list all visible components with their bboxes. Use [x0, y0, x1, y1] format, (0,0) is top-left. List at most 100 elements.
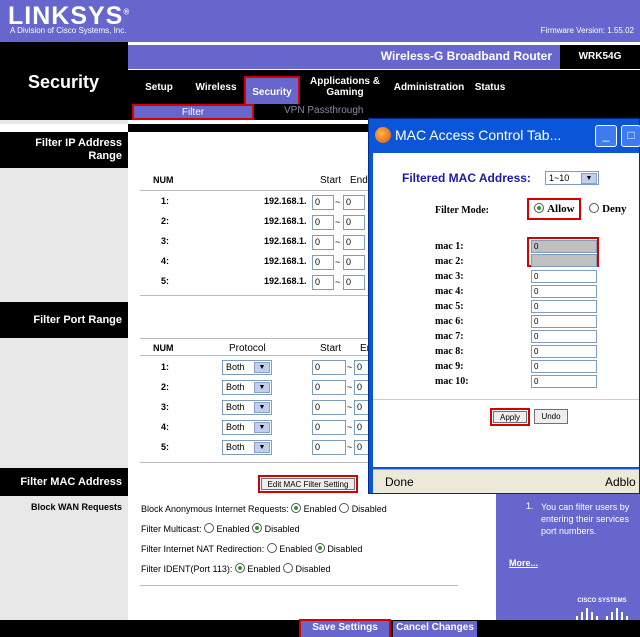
mac-input-4[interactable]: 0: [531, 285, 597, 298]
radio-enabled[interactable]: [266, 543, 277, 553]
row-number: 4:: [161, 256, 170, 266]
radio-enabled[interactable]: [204, 523, 215, 533]
mac-input-1[interactable]: 0: [531, 240, 597, 253]
mac-label-7: mac 7:: [435, 331, 464, 342]
block-wan-heading: Block WAN Requests: [30, 502, 122, 512]
divider: [140, 462, 370, 463]
radio-allow[interactable]: [534, 203, 544, 213]
radio-label: Disabled: [351, 504, 387, 514]
radio-label: Enabled: [216, 524, 250, 534]
ip-start-input[interactable]: 0: [312, 195, 334, 210]
row-number: 2:: [161, 382, 170, 392]
protocol-select[interactable]: Both ▼: [222, 360, 272, 375]
ip-end-input[interactable]: 0: [343, 235, 365, 250]
mac-input-9[interactable]: 0: [531, 360, 597, 373]
tab-applications-gaming[interactable]: Applications & Gaming: [308, 70, 382, 104]
tilde: ~: [347, 442, 353, 452]
deny-option[interactable]: Deny: [589, 203, 627, 215]
tab-setup[interactable]: Setup: [138, 70, 180, 104]
ip-end-input[interactable]: 0: [343, 195, 365, 210]
mac-input-7[interactable]: 0: [531, 330, 597, 343]
mac-filter-button-highlight: Edit MAC Filter Setting: [258, 475, 358, 493]
chevron-down-icon: ▼: [581, 173, 597, 184]
spacer: [0, 124, 128, 132]
tilde: ~: [335, 237, 341, 247]
mac-label-8: mac 8:: [435, 346, 464, 357]
tilde: ~: [347, 382, 353, 392]
mac-input-3[interactable]: 0: [531, 270, 597, 283]
ip-start-input[interactable]: 0: [312, 235, 334, 250]
protocol-value: Both: [226, 442, 245, 452]
protocol-select[interactable]: Both ▼: [222, 400, 272, 415]
port-start-input[interactable]: 0: [312, 440, 346, 455]
undo-button[interactable]: Undo: [534, 409, 568, 424]
tab-administration[interactable]: Administration: [390, 70, 468, 104]
radio-deny[interactable]: [589, 203, 599, 213]
tab-status[interactable]: Status: [472, 70, 508, 104]
protocol-value: Both: [226, 362, 245, 372]
mac-input-2[interactable]: [531, 254, 597, 267]
ip-start-header: Start: [320, 175, 342, 186]
ip-start-input[interactable]: 0: [312, 215, 334, 230]
radio-enabled[interactable]: [291, 503, 302, 513]
ip-end-input[interactable]: 0: [343, 255, 365, 270]
subtab-filter[interactable]: Filter: [132, 104, 254, 120]
port-start-input[interactable]: 0: [312, 380, 346, 395]
wan-label: Filter Multicast:: [141, 524, 202, 534]
save-settings-button[interactable]: Save Settings: [301, 621, 389, 637]
filter-mode-label: Filter Mode:: [435, 205, 489, 216]
protocol-select[interactable]: Both ▼: [222, 420, 272, 435]
apply-button[interactable]: Apply: [493, 411, 527, 423]
help-bullet: 1.: [526, 501, 534, 511]
ip-prefix: 192.168.1.: [264, 216, 307, 226]
radio-label: Disabled: [295, 564, 331, 574]
radio-enabled[interactable]: [234, 563, 245, 573]
apply-highlight: Apply: [490, 408, 530, 426]
ip-end-input[interactable]: 0: [343, 215, 365, 230]
mac-input-5[interactable]: 0: [531, 300, 597, 313]
port-start-input[interactable]: 0: [312, 360, 346, 375]
row-number: 5:: [161, 276, 170, 286]
mac-input-8[interactable]: 0: [531, 345, 597, 358]
port-start-input[interactable]: 0: [312, 400, 346, 415]
edit-mac-filter-button[interactable]: Edit MAC Filter Setting: [261, 478, 355, 490]
tilde: ~: [347, 422, 353, 432]
allow-option[interactable]: Allow: [534, 203, 575, 215]
row-number: 1:: [161, 362, 170, 372]
ip-end-input[interactable]: 0: [343, 275, 365, 290]
mac-label-4: mac 4:: [435, 286, 464, 297]
page-title: Security: [28, 72, 100, 92]
wan-label: Filter Internet NAT Redirection:: [141, 544, 265, 554]
radio-disabled[interactable]: [314, 543, 325, 553]
cancel-changes-button[interactable]: Cancel Changes: [393, 621, 477, 637]
more-link[interactable]: More...: [509, 558, 538, 568]
ip-start-input[interactable]: 0: [312, 275, 334, 290]
radio-label: Enabled: [247, 564, 281, 574]
mac-input-10[interactable]: 0: [531, 375, 597, 388]
mac-label-5: mac 5:: [435, 301, 464, 312]
port-start-input[interactable]: 0: [312, 420, 346, 435]
divider: [140, 338, 370, 339]
chevron-down-icon: ▼: [254, 422, 270, 433]
mac-range-select[interactable]: 1~10 ▼: [545, 171, 599, 185]
wan-ident-row: Filter IDENT(Port 113): Enabled Disabled: [141, 563, 330, 574]
ip-start-input[interactable]: 0: [312, 255, 334, 270]
minimize-button[interactable]: _: [595, 125, 617, 147]
ip-num-header: NUM: [153, 175, 174, 185]
maximize-button[interactable]: □: [621, 125, 640, 147]
mac-input-6[interactable]: 0: [531, 315, 597, 328]
wan-multicast-row: Filter Multicast: Enabled Disabled: [141, 523, 300, 534]
tab-wireless[interactable]: Wireless: [190, 70, 242, 104]
radio-disabled[interactable]: [339, 503, 350, 513]
protocol-select[interactable]: Both ▼: [222, 440, 272, 455]
ip-prefix: 192.168.1.: [264, 236, 307, 246]
radio-disabled[interactable]: [282, 563, 293, 573]
product-name: Wireless-G Broadband Router: [380, 49, 552, 63]
radio-label: Enabled: [303, 504, 337, 514]
divider: [140, 355, 370, 356]
logo-subtitle: A Division of Cisco Systems, Inc.: [10, 26, 127, 35]
adblock-label[interactable]: Adblo: [605, 475, 636, 489]
radio-disabled[interactable]: [252, 523, 263, 533]
ip-end-header: End: [350, 175, 368, 186]
protocol-select[interactable]: Both ▼: [222, 380, 272, 395]
